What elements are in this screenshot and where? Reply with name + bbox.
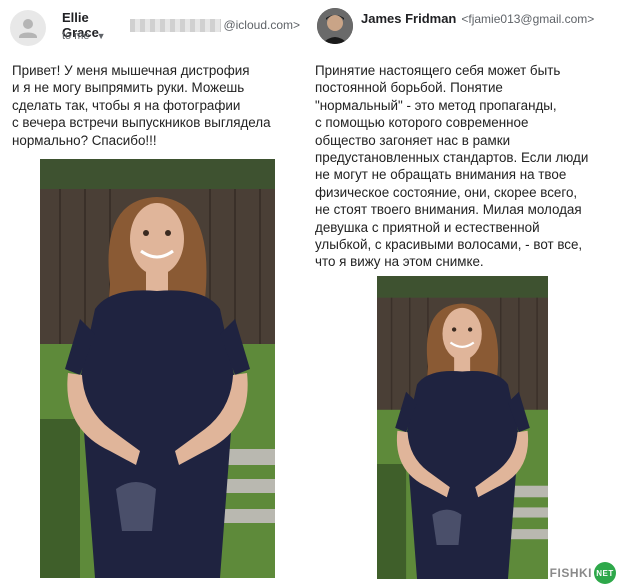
watermark-text: FISHKI [549, 566, 592, 580]
right-email: James Fridman <fjamie013@gmail.com> Прин… [306, 0, 620, 588]
edited-photo[interactable] [377, 276, 548, 579]
chevron-down-icon: ▼ [96, 31, 106, 41]
watermark-badge: NET [594, 562, 616, 584]
recipient-toggle[interactable]: to me ▼ [62, 30, 106, 42]
photo-image [40, 159, 275, 578]
person-icon [19, 19, 37, 38]
watermark-logo: FISHKI NET [550, 562, 616, 584]
original-photo[interactable] [40, 159, 275, 578]
default-avatar[interactable] [10, 10, 46, 46]
photo-image [377, 276, 548, 579]
sender-email: <fjamie013@gmail.com> [461, 11, 595, 26]
recipient-label: to me [62, 30, 90, 42]
left-email: Ellie Grace @icloud.com> to me ▼ Привет!… [0, 0, 300, 588]
sender-name[interactable]: James Fridman [361, 11, 456, 26]
message-body: Принятие настоящего себя может быть пост… [315, 63, 589, 270]
sender-avatar[interactable] [317, 8, 353, 44]
sender-line: James Fridman <fjamie013@gmail.com> [361, 11, 594, 26]
redacted-email [130, 18, 222, 32]
sender-domain: @icloud.com> [223, 18, 300, 32]
message-body: Привет! У меня мышечная дистрофия и я не… [12, 63, 271, 148]
person-photo-icon [317, 8, 353, 44]
